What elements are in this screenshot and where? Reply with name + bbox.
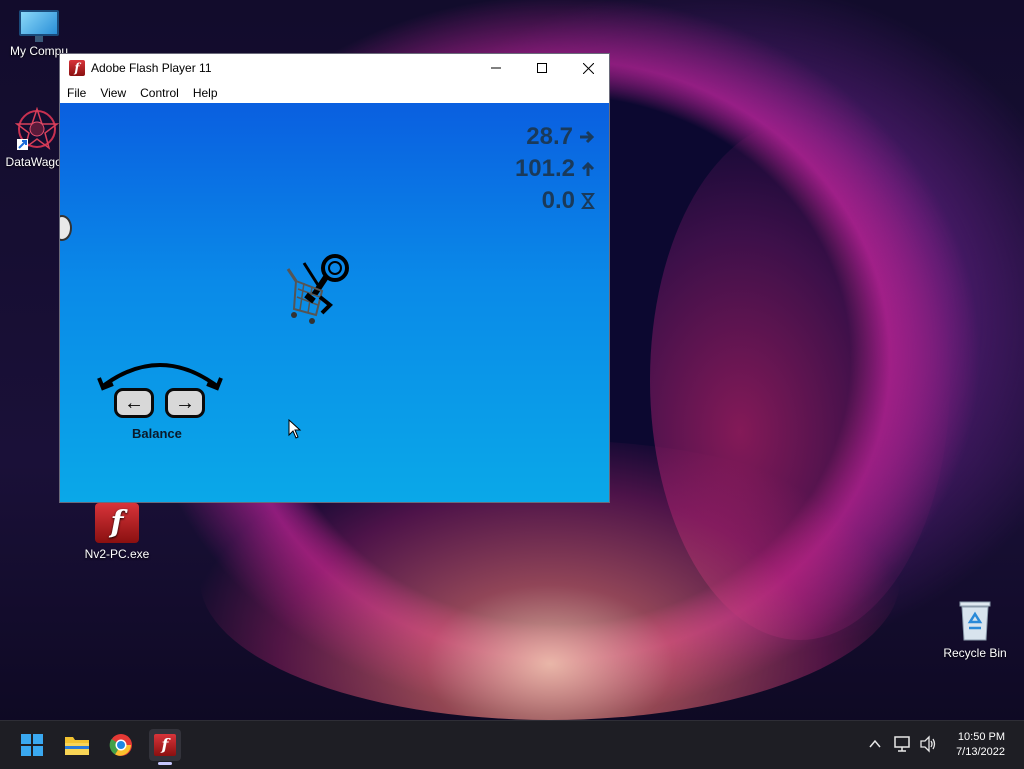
file-explorer-icon <box>65 737 89 755</box>
chrome-icon <box>109 734 132 756</box>
hud-distance-value: 28.7 <box>526 123 573 150</box>
flash-player-icon: f <box>95 503 139 543</box>
player-character <box>286 254 349 324</box>
start-button[interactable] <box>16 729 48 761</box>
arrow-right-icon <box>580 130 595 144</box>
hud-airtime: 0.0 <box>542 187 595 215</box>
taskbar-file-explorer[interactable] <box>61 729 93 761</box>
hud-airtime-value: 0.0 <box>541 187 575 214</box>
flash-player-window: f Adobe Flash Player 11 File View Contro… <box>59 53 610 503</box>
close-icon <box>582 62 594 74</box>
hourglass-icon <box>581 193 595 209</box>
volume-icon[interactable] <box>919 735 937 753</box>
maximize-icon <box>537 63 547 73</box>
arrow-up-icon <box>581 161 595 176</box>
minimize-button[interactable] <box>473 54 519 82</box>
flash-game-canvas[interactable]: 28.7 101.2 0.0 ← → Balance <box>60 103 609 502</box>
desktop-icon-label: Nv2-PC.exe <box>84 547 150 561</box>
clock-time: 10:50 PM <box>957 731 1005 743</box>
desktop-icon-my-computer[interactable]: My Compu <box>0 10 79 58</box>
right-arrow-key[interactable]: → <box>165 388 205 418</box>
window-title: Adobe Flash Player 11 <box>91 61 212 75</box>
mouse-cursor-icon <box>288 419 302 439</box>
taskbar: f 10:50 PM 7/13/2022 <box>0 720 1024 769</box>
balance-arc-icon <box>97 363 223 391</box>
hud-distance: 28.7 <box>526 123 595 151</box>
clock-date: 7/13/2022 <box>956 746 1005 758</box>
left-arrow-key[interactable]: ← <box>114 388 154 418</box>
active-indicator <box>158 762 172 765</box>
close-button[interactable] <box>565 54 611 82</box>
flash-player-icon: f <box>154 734 176 756</box>
menu-file[interactable]: File <box>60 82 93 104</box>
taskbar-chrome[interactable] <box>105 729 137 761</box>
minimize-icon <box>491 67 501 69</box>
maximize-button[interactable] <box>519 54 565 82</box>
offscreen-object <box>60 215 72 241</box>
hud-height: 101.2 <box>515 155 595 183</box>
desktop-icon-recycle-bin[interactable]: Recycle Bin <box>935 598 1015 660</box>
taskbar-flash-player[interactable]: f <box>149 729 181 765</box>
hud-height-value: 101.2 <box>514 155 575 182</box>
desktop-icon-nv2-pc[interactable]: f Nv2-PC.exe <box>77 503 157 561</box>
desktop-icon-label: Recycle Bin <box>943 646 1007 660</box>
menu-view[interactable]: View <box>93 82 133 104</box>
clock[interactable]: 10:50 PM 7/13/2022 <box>956 730 1005 760</box>
menu-bar: File View Control Help <box>60 82 609 104</box>
datawagon-icon <box>14 106 60 151</box>
wallpaper-glow-right <box>650 120 950 640</box>
menu-control[interactable]: Control <box>133 82 186 104</box>
balance-label: Balance <box>132 426 182 441</box>
network-icon[interactable] <box>894 735 912 753</box>
title-bar[interactable]: f Adobe Flash Player 11 <box>60 54 609 82</box>
menu-help[interactable]: Help <box>186 82 225 104</box>
flash-player-icon: f <box>69 60 85 76</box>
monitor-icon <box>19 10 59 42</box>
windows-start-icon <box>21 734 43 756</box>
chevron-up-icon[interactable] <box>868 737 882 751</box>
recycle-bin-icon <box>955 598 995 642</box>
